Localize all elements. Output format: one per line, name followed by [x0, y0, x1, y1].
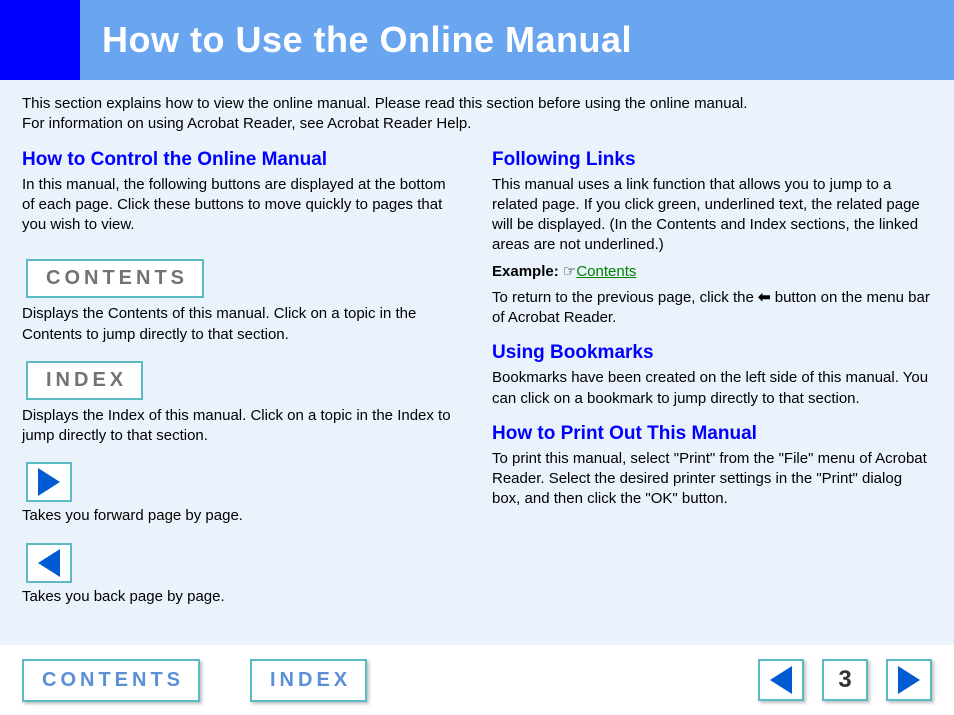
footer-index-button[interactable]: INDEX — [250, 659, 367, 702]
header-bar: How to Use the Online Manual — [0, 0, 954, 80]
intro-text: This section explains how to view the on… — [22, 94, 932, 135]
footer-next-button[interactable] — [886, 659, 932, 701]
return-pre: To return to the previous page, click th… — [492, 289, 758, 306]
intro-line-1: This section explains how to view the on… — [22, 94, 932, 114]
links-body: This manual uses a link function that al… — [492, 175, 932, 256]
content-area: This section explains how to view the on… — [0, 80, 954, 645]
intro-line-2: For information on using Acrobat Reader,… — [22, 114, 932, 134]
back-arrow-icon: ⬅ — [758, 289, 771, 306]
play-back-icon — [38, 549, 60, 577]
print-body: To print this manual, select "Print" fro… — [492, 449, 932, 510]
footer-bar: CONTENTS INDEX 3 — [0, 645, 954, 715]
header-logo-box — [0, 0, 80, 80]
footer-page-number: 3 — [822, 659, 868, 701]
pointing-hand-icon: ☞ — [563, 264, 576, 280]
example-label: Example: — [492, 263, 559, 280]
columns: How to Control the Online Manual In this… — [22, 149, 932, 613]
triangle-left-icon — [770, 666, 792, 694]
bookmarks-body: Bookmarks have been created on the left … — [492, 368, 932, 409]
index-desc: Displays the Index of this manual. Click… — [22, 406, 462, 447]
left-column: How to Control the Online Manual In this… — [22, 149, 462, 613]
contents-demo-button[interactable]: CONTENTS — [26, 259, 204, 298]
forward-desc: Takes you forward page by page. — [22, 506, 462, 526]
example-contents-link[interactable]: Contents — [576, 263, 636, 280]
control-heading: How to Control the Online Manual — [22, 149, 462, 171]
page-title: How to Use the Online Manual — [80, 19, 632, 61]
right-column: Following Links This manual uses a link … — [492, 149, 932, 613]
contents-desc: Displays the Contents of this manual. Cl… — [22, 304, 462, 345]
index-demo-button[interactable]: INDEX — [26, 361, 143, 400]
footer-contents-button[interactable]: CONTENTS — [22, 659, 200, 702]
control-body: In this manual, the following buttons ar… — [22, 175, 462, 236]
footer-nav-group: 3 — [758, 659, 932, 701]
play-forward-icon — [38, 468, 60, 496]
forward-demo-button[interactable] — [26, 462, 72, 502]
back-desc: Takes you back page by page. — [22, 587, 462, 607]
print-heading: How to Print Out This Manual — [492, 423, 932, 445]
back-demo-button[interactable] — [26, 543, 72, 583]
links-heading: Following Links — [492, 149, 932, 171]
links-return: To return to the previous page, click th… — [492, 288, 932, 329]
triangle-right-icon — [898, 666, 920, 694]
links-example: Example: ☞Contents — [492, 262, 932, 282]
bookmarks-heading: Using Bookmarks — [492, 342, 932, 364]
footer-prev-button[interactable] — [758, 659, 804, 701]
